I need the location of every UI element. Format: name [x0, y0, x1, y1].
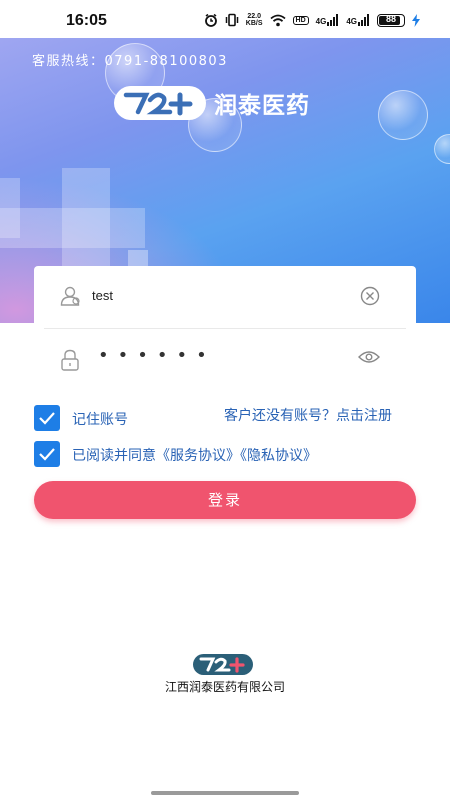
- battery-icon: 88: [377, 13, 405, 27]
- signal-2: 4G: [346, 14, 370, 26]
- login-button[interactable]: 登录: [34, 481, 416, 519]
- clear-icon[interactable]: [360, 286, 380, 310]
- brand-name: 润泰医药: [214, 93, 310, 119]
- username-field[interactable]: test: [34, 266, 416, 328]
- charging-icon: [412, 13, 420, 27]
- password-field[interactable]: ••••••: [34, 329, 416, 391]
- status-time: 16:05: [66, 12, 107, 29]
- hd-badge: HD: [292, 15, 309, 25]
- decor-cross: [0, 208, 145, 248]
- service-hotline: 客服热线：0791-88100803: [32, 54, 228, 69]
- lock-icon: [60, 349, 80, 375]
- brand: 润泰医药: [114, 86, 310, 120]
- agree-checkbox[interactable]: [34, 441, 60, 467]
- alarm-icon: [204, 13, 218, 27]
- remember-checkbox[interactable]: [34, 405, 60, 431]
- eye-icon[interactable]: [358, 349, 380, 369]
- signal-1-label: 4G: [315, 17, 327, 26]
- status-icons: 22.0 KB/S HD 4G 4G 88: [204, 11, 420, 29]
- signal-2-label: 4G: [346, 17, 357, 26]
- wifi-icon: [269, 14, 286, 27]
- register-link[interactable]: 客户还没有账号？点击注册: [224, 405, 392, 425]
- password-mask: ••••••: [98, 345, 216, 366]
- signal-bars-icon: [358, 14, 369, 26]
- company-name: 江西润泰医药有限公司: [164, 680, 285, 694]
- signal-1: 4G: [316, 14, 340, 26]
- signal-bars-icon: [327, 14, 339, 26]
- battery-level: 88: [385, 13, 396, 24]
- username-value: test: [92, 288, 113, 303]
- footer-logo-icon: [193, 654, 253, 675]
- remember-label[interactable]: 记住账号: [72, 409, 128, 429]
- check-icon: [39, 412, 55, 425]
- decor-bubble: [434, 134, 450, 164]
- net-speed-value: 22.0: [247, 13, 261, 20]
- net-speed-unit: KB/S: [245, 20, 263, 27]
- decor-cross: [0, 178, 20, 238]
- net-speed: 22.0 KB/S: [246, 13, 263, 27]
- check-icon: [39, 448, 55, 461]
- status-bar: 16:05 22.0 KB/S HD 4G 4G 88: [0, 0, 450, 38]
- decor-bubble: [378, 90, 428, 140]
- user-icon: [60, 286, 82, 310]
- agreement-label[interactable]: 已阅读并同意《服务协议》《隐私协议》: [72, 445, 317, 465]
- logo-icon: [114, 86, 206, 120]
- home-indicator[interactable]: [151, 791, 299, 795]
- vibrate-icon: [225, 13, 239, 27]
- login-card: test ••••••: [34, 266, 416, 391]
